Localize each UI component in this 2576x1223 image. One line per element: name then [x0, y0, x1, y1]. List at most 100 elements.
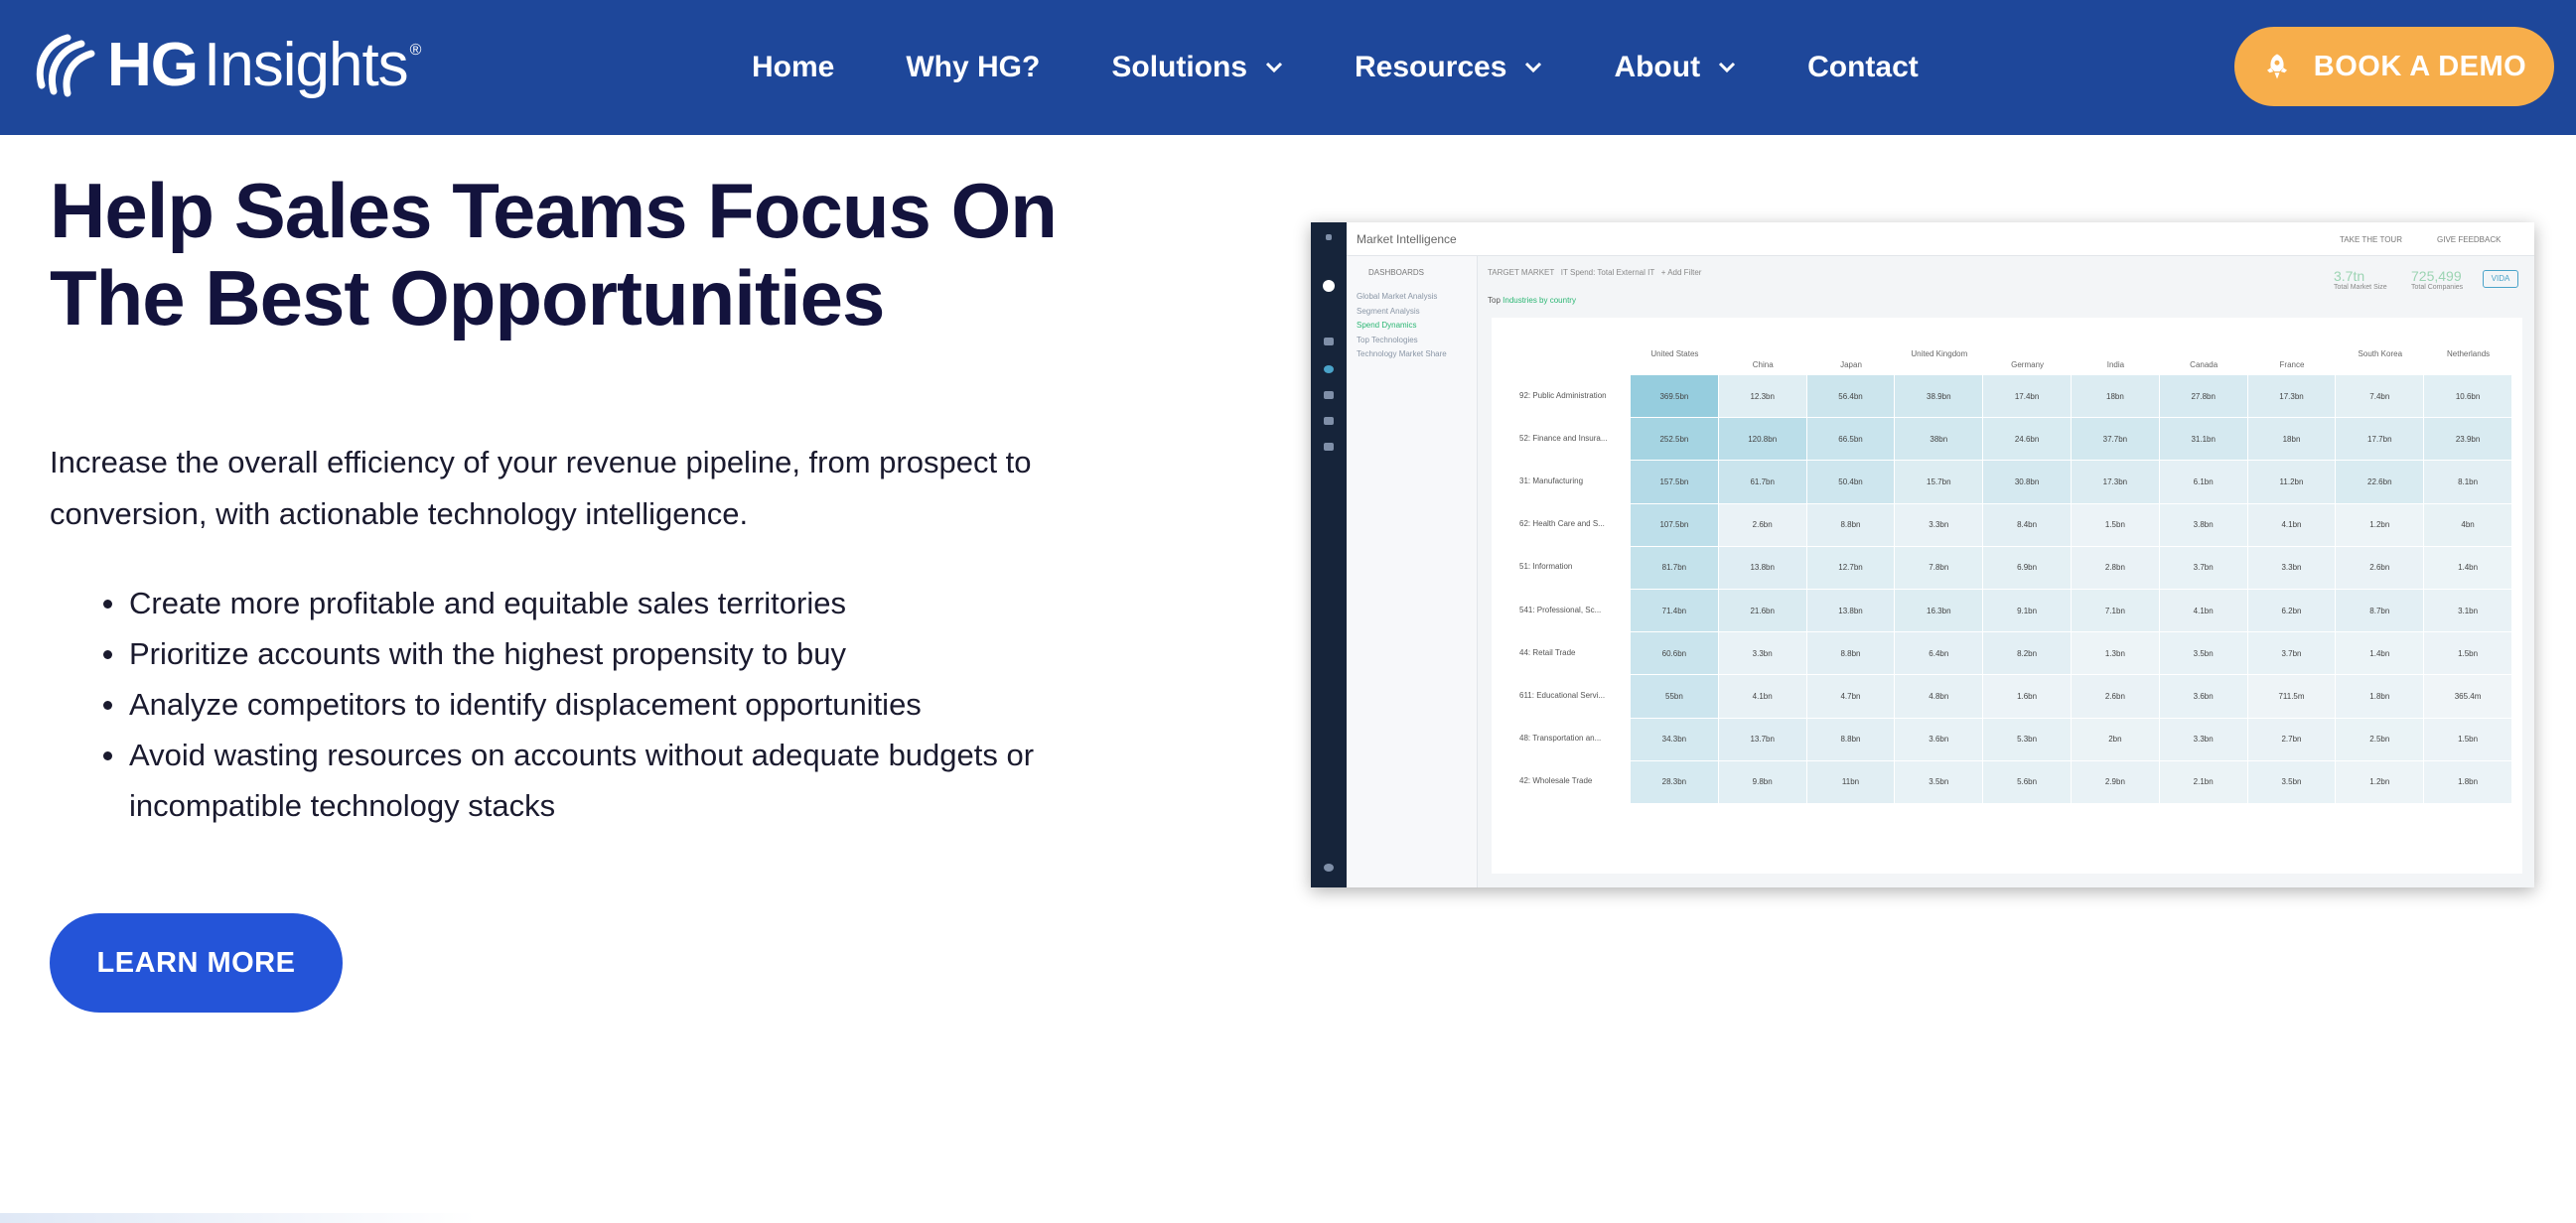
heatmap-cell: 8.4bn	[1983, 503, 2071, 546]
heatmap-cell: 3.5bn	[1895, 760, 1983, 803]
heatmap-cell: 17.4bn	[1983, 375, 2071, 418]
column-header: United Kingdom	[1911, 349, 1968, 358]
title-line-2: The Best Opportunities	[50, 254, 885, 341]
column-header: India	[2106, 360, 2125, 369]
take-tour-link: TAKE THE TOUR	[2340, 235, 2402, 244]
heatmap-cell: 31.1bn	[2159, 418, 2247, 461]
nav-item-contact[interactable]: Contact	[1807, 51, 1919, 84]
heatmap-cell: 6.4bn	[1895, 632, 1983, 675]
heatmap-cell: 3.3bn	[2247, 546, 2336, 589]
heatmap-cell: 3.6bn	[1895, 718, 1983, 760]
dashboard-icon-rail	[1311, 222, 1347, 887]
row-label: 44: Retail Trade	[1519, 647, 1576, 657]
heatmap-cell: 1.4bn	[2336, 632, 2424, 675]
heatmap-panel: United States China Japan United Kingdom Ger…	[1492, 318, 2522, 874]
heatmap-cell: 38bn	[1895, 418, 1983, 461]
nav-item-label: Solutions	[1111, 51, 1248, 83]
nav-item-label: Resources	[1355, 51, 1507, 83]
heatmap-cell: 2.8bn	[2072, 546, 2159, 589]
heatmap-cell: 107.5bn	[1631, 503, 1718, 546]
logo-text-insights: Insights	[204, 31, 409, 99]
heatmap-cell: 711.5m	[2247, 675, 2336, 718]
benefit-item: Create more profitable and equitable sal…	[79, 578, 1092, 628]
dashboard-title: Market Intelligence	[1357, 232, 1457, 246]
row-label: 42: Wholesale Trade	[1519, 776, 1593, 786]
heatmap-cell: 16.3bn	[1895, 590, 1983, 632]
give-feedback-link: GIVE FEEDBACK	[2437, 235, 2502, 244]
column-header: South Korea	[2358, 349, 2403, 358]
nav-item-label: Home	[752, 51, 835, 83]
dashboard-logo-icon	[1323, 280, 1335, 292]
heatmap-cell: 21.6bn	[1718, 590, 1806, 632]
column-header: Netherlands	[2447, 349, 2491, 358]
nav-item-about[interactable]: About	[1614, 51, 1736, 84]
heatmap-cell: 27.8bn	[2159, 375, 2247, 418]
heatmap-cell: 5.3bn	[1983, 718, 2071, 760]
search-icon	[1324, 338, 1334, 345]
learn-more-button[interactable]: LEARN MORE	[50, 913, 343, 1013]
heatmap-cell: 13.7bn	[1718, 718, 1806, 760]
heatmap-cell: 12.7bn	[1806, 546, 1895, 589]
nav-item-whyhg[interactable]: Why HG?	[906, 51, 1040, 84]
dashboards-header: DASHBOARDS	[1368, 268, 1425, 277]
heatmap-cell: 3.1bn	[2424, 590, 2511, 632]
sidebar-item: Global Market Analysis	[1357, 292, 1438, 301]
heatmap-cell: 3.7bn	[2247, 632, 2336, 675]
heatmap-cell: 1.8bn	[2336, 675, 2424, 718]
heatmap-cell: 8.7bn	[2336, 590, 2424, 632]
heatmap-cell: 2.6bn	[1718, 503, 1806, 546]
heatmap-cell: 6.2bn	[2247, 590, 2336, 632]
heatmap-cell: 2.6bn	[2072, 675, 2159, 718]
benefit-item: Analyze competitors to identify displace…	[79, 679, 1092, 730]
row-label: 541: Professional, Sc...	[1519, 605, 1602, 614]
heatmap-cell: 1.4bn	[2424, 546, 2511, 589]
heatmap-cell: 8.8bn	[1806, 718, 1895, 760]
heatmap-cell: 4.1bn	[2159, 590, 2247, 632]
heatmap-cell: 9.1bn	[1983, 590, 2071, 632]
heatmap-cell: 2.1bn	[2159, 760, 2247, 803]
book-demo-button[interactable]: BOOK A DEMO	[2234, 27, 2554, 106]
top-navbar: HG Insights ® Home Why HG? Solutions Resour…	[0, 0, 2576, 135]
hg-insights-logo[interactable]: HG Insights ®	[28, 28, 421, 102]
logo-mark-icon	[36, 34, 95, 96]
dashboard-header: Market Intelligence TAKE THE TOUR GIVE F…	[1347, 222, 2534, 256]
heatmap-cell: 18bn	[2247, 418, 2336, 461]
heatmap-cell: 7.4bn	[2336, 375, 2424, 418]
heatmap-cell: 2.6bn	[2336, 546, 2424, 589]
page-title: Help Sales Teams Focus On The Best Oppor…	[50, 167, 1142, 341]
list-icon	[1324, 391, 1334, 399]
sidebar-item: Top Technologies	[1357, 335, 1418, 344]
heatmap-cell: 38.9bn	[1895, 375, 1983, 418]
row-label: 48: Transportation an...	[1519, 734, 1602, 744]
heatmap-cell: 17.3bn	[2247, 375, 2336, 418]
nav-item-home[interactable]: Home	[752, 51, 834, 84]
logo-registered: ®	[409, 42, 422, 59]
heatmap-cell: 7.1bn	[2072, 590, 2159, 632]
heatmap-cell: 22.6bn	[2336, 461, 2424, 503]
heatmap-cell: 5.6bn	[1983, 760, 2071, 803]
heatmap-cell: 8.8bn	[1806, 632, 1895, 675]
heatmap-cell: 66.5bn	[1806, 418, 1895, 461]
heatmap-cell: 120.8bn	[1718, 418, 1806, 461]
heatmap-cell: 3.5bn	[2247, 760, 2336, 803]
row-label: 31: Manufacturing	[1519, 476, 1584, 485]
heatmap-cell: 3.5bn	[2159, 632, 2247, 675]
dashboard-sidebar: DASHBOARDS Global Market Analysis Segment …	[1347, 256, 1478, 887]
heatmap-cell: 7.8bn	[1895, 546, 1983, 589]
heatmap-cell: 3.7bn	[2159, 546, 2247, 589]
nav-item-resources[interactable]: Resources	[1355, 51, 1542, 84]
heatmap-cell: 1.5bn	[2424, 718, 2511, 760]
heatmap-cell: 28.3bn	[1631, 760, 1718, 803]
heatmap-cell: 8.1bn	[2424, 461, 2511, 503]
top-selector: Top Industries by country	[1488, 296, 1576, 305]
dashboard-screenshot: Market Intelligence TAKE THE TOUR GIVE F…	[1311, 222, 2534, 887]
globe-icon	[1324, 365, 1334, 373]
heatmap-cell: 8.8bn	[1806, 503, 1895, 546]
heatmap-cell: 30.8bn	[1983, 461, 2071, 503]
heatmap-cell: 55bn	[1631, 675, 1718, 718]
heatmap-cell: 4.1bn	[2247, 503, 2336, 546]
heatmap-cell: 3.3bn	[1895, 503, 1983, 546]
stat-value: 725,499	[2411, 268, 2462, 284]
nav-item-solutions[interactable]: Solutions	[1111, 51, 1283, 84]
chevron-down-icon	[1265, 62, 1283, 73]
